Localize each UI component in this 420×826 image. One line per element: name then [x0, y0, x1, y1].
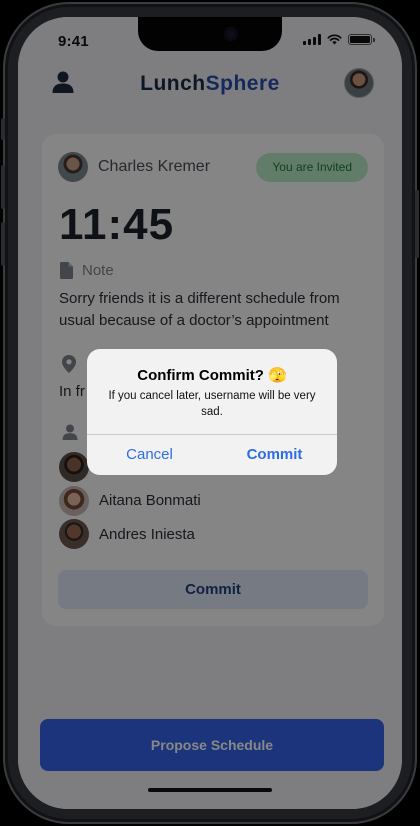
- screen: 9:41 LunchSphere Charles Kremer You are …: [18, 17, 402, 809]
- dialog-message: If you cancel later, username will be ve…: [108, 390, 316, 418]
- side-button-volume-up: [1, 165, 5, 209]
- dialog-cancel-button[interactable]: Cancel: [87, 435, 212, 475]
- confirm-commit-dialog: Confirm Commit? 🫣 If you cancel later, u…: [87, 349, 337, 475]
- side-button-power: [415, 190, 419, 258]
- side-button-volume-down: [1, 222, 5, 266]
- side-button-silent: [1, 118, 5, 140]
- dialog-title: Confirm Commit? 🫣: [137, 367, 287, 384]
- dialog-commit-button[interactable]: Commit: [212, 435, 337, 475]
